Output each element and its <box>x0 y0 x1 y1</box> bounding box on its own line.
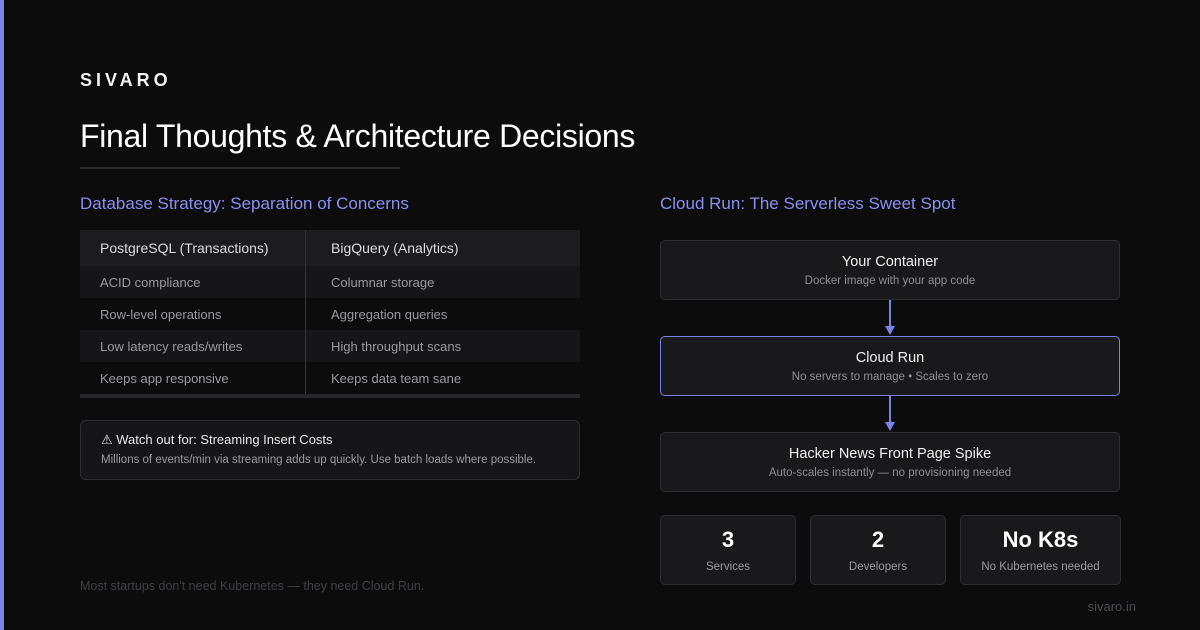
flow-step-subtitle: Docker image with your app code <box>804 274 976 287</box>
flow-arrow <box>884 396 895 432</box>
stat-label: No Kubernetes needed <box>981 561 1100 573</box>
stat-label: Developers <box>848 561 908 573</box>
table-cell: Low latency reads/writes <box>100 338 243 354</box>
table-cell: Row-level operations <box>100 306 222 322</box>
table-row: Row-level operations Aggregation queries <box>80 298 580 330</box>
table-row: ACID compliance Columnar storage <box>80 266 580 298</box>
table-row: Low latency reads/writes High throughput… <box>80 330 580 362</box>
table-cell: Aggregation queries <box>305 298 580 330</box>
table-cell: Keeps data team sane <box>305 362 580 394</box>
table-cell: High throughput scans <box>305 330 580 362</box>
tagline: Most startups don't need Kubernetes — th… <box>80 579 425 593</box>
page-title: Final Thoughts & Architecture Decisions <box>80 118 636 154</box>
arrow-down-icon <box>885 396 895 431</box>
table-cell: Columnar storage <box>305 266 580 298</box>
flow-arrow <box>884 300 895 336</box>
flow-step-container: Your Container Docker image with your ap… <box>660 240 1120 300</box>
database-comparison-table: PostgreSQL (Transactions) BigQuery (Anal… <box>80 230 580 398</box>
stat-value: 3 <box>721 527 735 552</box>
accent-bar <box>0 0 4 630</box>
title-divider <box>80 167 400 169</box>
table-cell: ACID compliance <box>100 274 201 290</box>
flow-step-cloud-run: Cloud Run No servers to manage • Scales … <box>660 336 1120 396</box>
streaming-cost-warning: ⚠ Watch out for: Streaming Insert Costs … <box>80 420 580 480</box>
flow-step-traffic-spike: Hacker News Front Page Spike Auto-scales… <box>660 432 1120 492</box>
column-header-postgresql: PostgreSQL (Transactions) <box>100 240 269 256</box>
flow-step-title: Hacker News Front Page Spike <box>788 445 992 462</box>
stat-card-developers: 2 Developers <box>810 515 946 585</box>
brand-logo: SIVARO <box>80 70 172 90</box>
footer-url: sivaro.in <box>1087 599 1136 614</box>
stat-card-services: 3 Services <box>660 515 796 585</box>
stat-value: 2 <box>871 527 885 552</box>
table-row: Keeps app responsive Keeps data team san… <box>80 362 580 394</box>
database-heading: Database Strategy: Separation of Concern… <box>80 194 409 213</box>
table-header-row: PostgreSQL (Transactions) BigQuery (Anal… <box>80 230 580 266</box>
stat-card-no-k8s: No K8s No Kubernetes needed <box>960 515 1121 585</box>
cloud-run-heading: Cloud Run: The Serverless Sweet Spot <box>660 194 956 213</box>
warning-title: ⚠ Watch out for: Streaming Insert Costs <box>101 432 333 447</box>
flow-step-subtitle: Auto-scales instantly — no provisioning … <box>768 466 1012 479</box>
flow-step-title: Your Container <box>841 253 939 270</box>
warning-text: Millions of events/min via streaming add… <box>101 454 537 466</box>
stat-value: No K8s <box>1002 527 1079 552</box>
stat-label: Services <box>705 561 751 573</box>
flow-step-title: Cloud Run <box>855 349 925 366</box>
arrow-down-icon <box>885 300 895 335</box>
flow-step-subtitle: No servers to manage • Scales to zero <box>791 370 989 383</box>
table-cell: Keeps app responsive <box>100 370 229 386</box>
column-header-bigquery: BigQuery (Analytics) <box>305 230 580 266</box>
